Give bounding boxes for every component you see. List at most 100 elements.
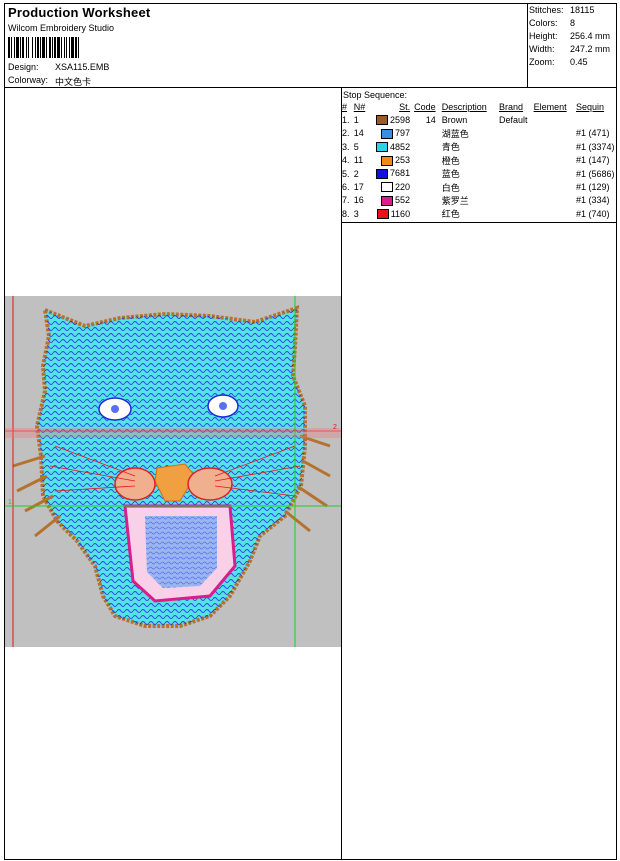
stitch-count: 1160 <box>372 207 414 220</box>
stop-num: 8. <box>342 208 350 219</box>
sequin-info: #1 (5686) <box>576 168 615 179</box>
stat-label: Height: <box>529 31 558 41</box>
thread-code <box>414 194 442 207</box>
thread-description: 橙色 <box>441 155 460 166</box>
barcode-bar <box>75 37 77 58</box>
col-header-stitches: St. <box>399 101 411 112</box>
stop-num: 4. <box>342 155 350 166</box>
sequin-info: #1 (471) <box>576 128 610 139</box>
thread-element <box>534 194 576 207</box>
barcode-bar <box>35 37 36 58</box>
colorway-label: Colorway: <box>8 75 49 85</box>
worksheet-title: Production Worksheet <box>8 5 151 20</box>
stat-label: Stitches: <box>529 5 564 15</box>
stop-sequence-row: 5. 2 7681 蓝色 #1 (5686) <box>342 167 616 180</box>
stat-value: 0.45 <box>570 57 588 67</box>
thread-description: Brown <box>441 115 468 126</box>
stop-num: 6. <box>342 182 350 193</box>
stitch-count-value: 797 <box>395 128 411 139</box>
needle-num: 11 <box>353 155 364 166</box>
stitch-count: 7681 <box>372 167 414 180</box>
thread-brand <box>499 127 534 140</box>
worksheet-header: Production Worksheet Wilcom Embroidery S… <box>4 3 617 88</box>
stop-num: 7. <box>342 195 350 206</box>
worksheet-body: Stop Sequence: # N# St. Code Description… <box>4 87 617 860</box>
stat-label: Colors: <box>529 18 558 28</box>
thread-brand: Default <box>498 115 528 126</box>
stitch-count-value: 4852 <box>390 141 411 152</box>
stitch-count-value: 7681 <box>390 168 411 179</box>
tiger-embroidery-preview: 1 2 <box>5 296 345 647</box>
thread-code <box>414 154 442 167</box>
stop-sequence-row: 4. 11 253 橙色 #1 (147) <box>342 154 616 167</box>
guide-marker-1: 1 <box>8 499 12 506</box>
stat-value: 247.2 mm <box>570 44 611 54</box>
color-swatch <box>376 142 389 153</box>
color-swatch <box>381 128 394 139</box>
barcode-bar <box>32 37 33 58</box>
stop-sequence-row: 8. 3 1160 红色 #1 (740) <box>342 207 616 220</box>
barcode-bar <box>8 37 10 58</box>
barcode-bar <box>14 37 15 58</box>
thread-brand <box>499 207 534 220</box>
thread-code <box>414 140 442 153</box>
needle-num: 17 <box>353 182 364 193</box>
thread-code <box>414 207 442 220</box>
stop-sequence-row: 7. 16 552 紫罗兰 #1 (334) <box>342 194 616 207</box>
color-swatch <box>376 168 389 179</box>
col-header-description: Description <box>441 101 487 112</box>
thread-element <box>534 207 576 220</box>
stitch-count: 552 <box>372 194 414 207</box>
design-preview: 1 2 <box>5 296 345 647</box>
stop-num: 5. <box>342 168 350 179</box>
barcode-bar <box>64 37 65 58</box>
thread-description: 紫罗兰 <box>441 195 469 206</box>
needle-num: 5 <box>353 141 359 152</box>
col-header-num: # <box>342 101 348 112</box>
barcode-bar <box>42 37 45 58</box>
thread-element <box>534 180 576 193</box>
barcode-bar <box>16 37 19 58</box>
barcode-bar <box>69 37 70 58</box>
barcode-bar <box>46 37 47 58</box>
stitch-count-value: 552 <box>395 195 411 206</box>
guide-marker-2: 2 <box>333 424 337 431</box>
thread-element <box>534 113 576 126</box>
stop-sequence-row: 1. 1 2598 14 Brown Default <box>342 113 616 126</box>
color-swatch <box>381 182 394 193</box>
sequin-info <box>576 113 616 126</box>
barcode-bar <box>57 37 60 58</box>
sequin-info: #1 (334) <box>576 195 610 206</box>
stitch-count-value: 1160 <box>390 208 411 219</box>
thread-description: 湖蓝色 <box>441 128 469 139</box>
barcode-bar <box>66 37 67 58</box>
header-divider <box>527 4 528 87</box>
barcode-bar <box>61 37 62 58</box>
color-swatch <box>381 155 394 166</box>
barcode-bar <box>20 37 21 58</box>
sequin-info: #1 (3374) <box>576 141 615 152</box>
stop-sequence-header-row: # N# St. Code Description Brand Element … <box>342 100 616 113</box>
stop-sequence-title: Stop Sequence: <box>343 90 408 100</box>
thread-element <box>534 154 576 167</box>
design-label: Design: <box>8 62 39 72</box>
stitch-count: 4852 <box>372 140 414 153</box>
barcode-bar <box>11 37 12 58</box>
barcode-bar <box>52 37 53 58</box>
barcode-bar <box>54 37 56 58</box>
barcode-bar <box>71 37 74 58</box>
stop-sequence-divider <box>341 222 617 223</box>
stat-value: 8 <box>570 18 576 28</box>
barcode-bar <box>28 37 29 58</box>
needle-num: 3 <box>353 208 359 219</box>
stat-value: 18115 <box>570 5 595 15</box>
barcode-bar <box>22 37 24 58</box>
stitch-count-value: 2598 <box>390 114 411 125</box>
thread-brand <box>499 167 534 180</box>
stitch-count-value: 220 <box>395 181 411 192</box>
stop-sequence-row: 2. 14 797 湖蓝色 #1 (471) <box>342 127 616 140</box>
design-filename: XSA115.EMB <box>55 62 110 72</box>
barcode-bar <box>26 37 27 58</box>
col-header-needle: N# <box>353 101 366 112</box>
thread-code <box>414 167 442 180</box>
